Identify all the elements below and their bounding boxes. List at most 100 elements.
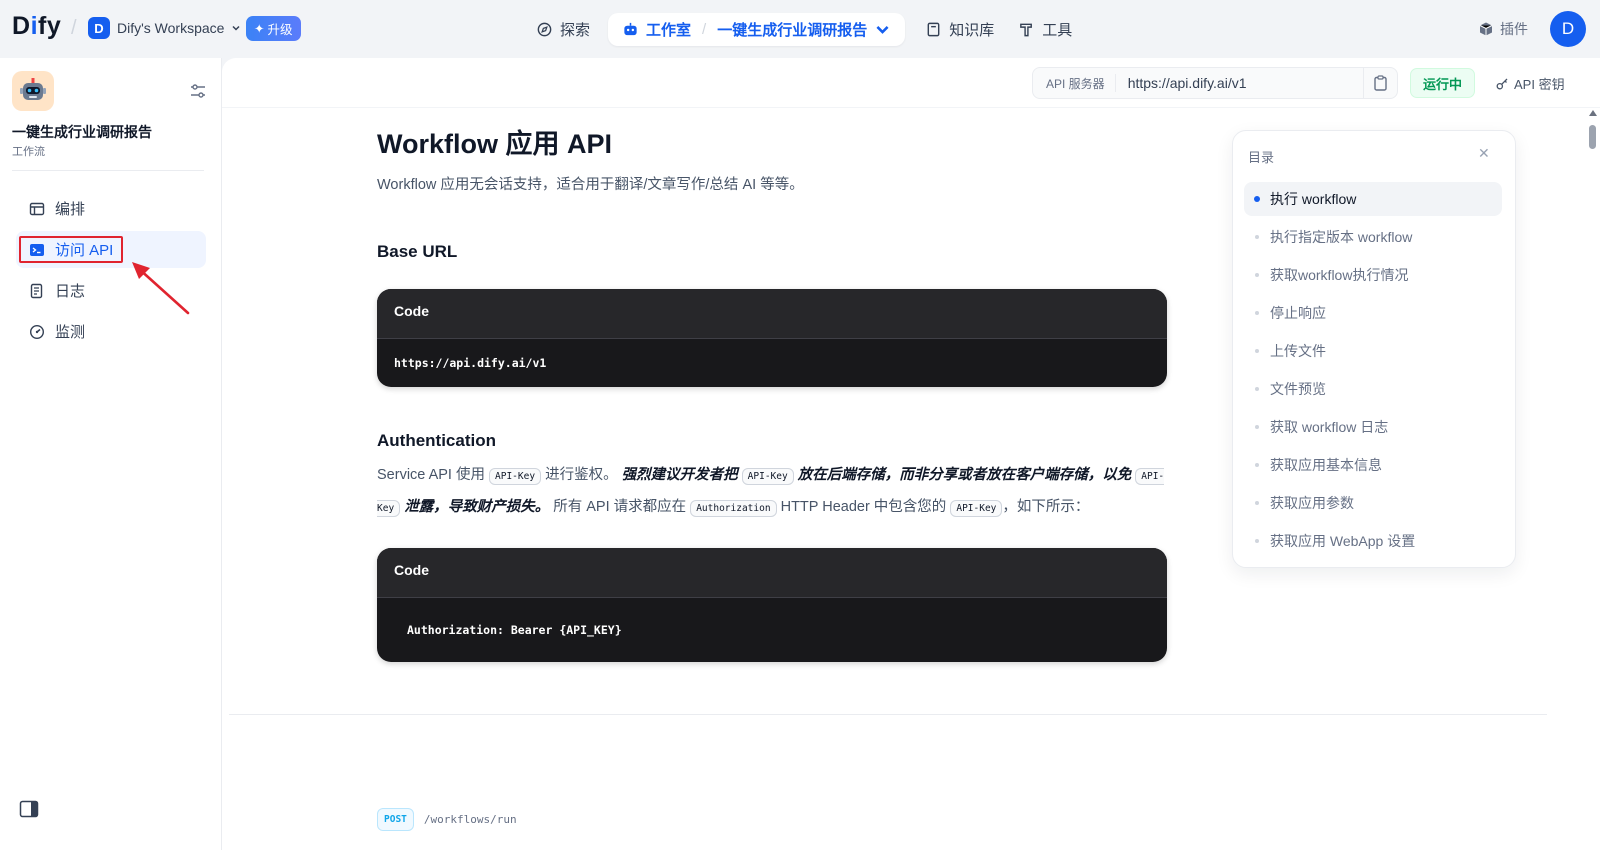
sidebar-item-label: 编排	[55, 201, 86, 218]
plugins-button[interactable]: 插件	[1478, 19, 1528, 39]
api-key-button[interactable]: API 密钥	[1496, 74, 1565, 93]
page-title: Workflow 应用 API	[377, 129, 613, 159]
toc-item[interactable]: 获取应用参数	[1244, 486, 1502, 520]
base-url-code-block: Code https://api.dify.ai/v1	[377, 289, 1167, 387]
sidebar-item-label: 访问 API	[55, 242, 114, 259]
toc-title: 目录	[1248, 150, 1275, 165]
breadcrumb-separator: /	[71, 17, 77, 39]
toc-item[interactable]: 上传文件	[1244, 334, 1502, 368]
toc-item[interactable]: 获取应用 WebApp 设置	[1244, 524, 1502, 558]
auth-text: HTTP Header 中包含您的	[780, 499, 947, 515]
nav-studio[interactable]: 工作室 / 一键生成行业调研报告	[608, 13, 906, 46]
endpoint-row: POST /workflows/run	[377, 808, 517, 831]
main-panel: API 服务器 https://api.dify.ai/v1 运行中 API 密…	[222, 58, 1600, 850]
app-sidebar: 一键生成行业调研报告 工作流 编排 访问 API 日志 监测	[0, 58, 222, 850]
app-type: 工作流	[12, 146, 45, 158]
sidebar-menu: 编排 访问 API 日志 监测	[16, 190, 206, 354]
page-subtitle: Workflow 应用无会话支持，适合用于翻译/文章写作/总结 AI 等等。	[377, 177, 804, 193]
book-icon	[927, 22, 940, 37]
gauge-icon	[29, 324, 45, 339]
sidebar-item-monitoring[interactable]: 监测	[16, 313, 206, 350]
sidebar-collapse-icon[interactable]	[19, 800, 39, 818]
scroll-up-arrow-icon[interactable]	[1589, 110, 1597, 116]
current-app-name[interactable]: 一键生成行业调研报告	[717, 19, 867, 40]
api-bar: API 服务器 https://api.dify.ai/v1 运行中 API 密…	[222, 58, 1600, 108]
inline-code: API-Key	[489, 468, 542, 485]
inline-code: Authorization	[690, 500, 777, 517]
app-icon	[12, 71, 54, 111]
api-server-field: API 服务器 https://api.dify.ai/v1	[1032, 67, 1398, 99]
code-block-title: Code	[377, 289, 1167, 339]
table-of-contents: 目录 ✕ 执行 workflow 执行指定版本 workflow 获取workf…	[1232, 130, 1516, 568]
nav-separator: /	[702, 21, 707, 38]
sparkle-icon: ✦	[254, 22, 265, 36]
hammer-icon	[1020, 23, 1033, 37]
nav-knowledge-label: 知识库	[949, 22, 995, 39]
compass-icon	[537, 22, 552, 37]
toc-item[interactable]: 获取应用基本信息	[1244, 448, 1502, 482]
workspace-avatar: D	[88, 17, 110, 39]
toc-item[interactable]: 执行指定版本 workflow	[1244, 220, 1502, 254]
sidebar-item-label: 监测	[55, 324, 86, 341]
auth-text: 所有 API 请求都应在	[553, 499, 687, 515]
app-name: 一键生成行业调研报告	[12, 124, 152, 140]
api-server-url[interactable]: https://api.dify.ai/v1	[1116, 75, 1363, 91]
sidebar-divider	[12, 170, 204, 171]
dify-logo[interactable]: Dify	[12, 12, 61, 41]
chevron-down-icon	[876, 26, 889, 34]
user-avatar[interactable]: D	[1550, 11, 1586, 47]
scrollbar-thumb[interactable]	[1589, 125, 1596, 149]
authentication-heading: Authentication	[377, 431, 496, 450]
scrollbar[interactable]	[1588, 110, 1598, 850]
toc-list: 执行 workflow 执行指定版本 workflow 获取workflow执行…	[1244, 182, 1502, 562]
nav-tools[interactable]: 工具	[1006, 13, 1084, 46]
toc-item[interactable]: 获取workflow执行情况	[1244, 258, 1502, 292]
toc-item[interactable]: 获取 workflow 日志	[1244, 410, 1502, 444]
code-block-content[interactable]: https://api.dify.ai/v1	[377, 339, 1167, 387]
nav-knowledge[interactable]: 知识库	[913, 13, 1006, 46]
auth-text: ，如下所示：	[1002, 499, 1090, 515]
top-navigation: Dify / D Dify's Workspace ✦ 升级 探索 工作室 / …	[0, 0, 1600, 58]
nav-explore-label: 探索	[560, 22, 591, 39]
upgrade-button[interactable]: ✦ 升级	[246, 16, 301, 41]
code-block-content[interactable]: Authorization: Bearer {API_KEY}	[377, 598, 1167, 662]
method-badge: POST	[377, 808, 414, 831]
api-server-label: API 服务器	[1033, 74, 1116, 92]
sidebar-item-orchestrate[interactable]: 编排	[16, 190, 206, 227]
auth-text: Service API 使用	[377, 467, 485, 483]
nav-explore[interactable]: 探索	[524, 13, 602, 46]
toc-item[interactable]: 停止响应	[1244, 296, 1502, 330]
robot-avatar-icon	[20, 78, 46, 100]
chevron-down-icon	[232, 25, 240, 31]
endpoint-path: /workflows/run	[423, 813, 517, 826]
main-nav: 探索 工作室 / 一键生成行业调研报告 知识库 工具	[524, 13, 1084, 46]
auth-code-block: Code Authorization: Bearer {API_KEY}	[377, 548, 1167, 662]
copy-button[interactable]	[1363, 68, 1397, 98]
workspace-switcher[interactable]: D Dify's Workspace	[88, 17, 241, 39]
cube-icon	[1479, 22, 1493, 36]
sidebar-item-label: 日志	[55, 283, 86, 300]
nav-tools-label: 工具	[1042, 22, 1073, 39]
clipboard-icon	[1374, 75, 1387, 91]
authentication-paragraph: Service API 使用 API-Key 进行鉴权。 强烈建议开发者把 AP…	[377, 460, 1167, 524]
log-icon	[30, 283, 43, 298]
sidebar-item-logs[interactable]: 日志	[16, 272, 206, 309]
workspace-name: Dify's Workspace	[117, 20, 225, 36]
api-key-label: API 密钥	[1514, 77, 1565, 92]
sidebar-item-api-access[interactable]: 访问 API	[16, 231, 206, 268]
auth-text: 进行鉴权。	[545, 467, 618, 483]
toc-item[interactable]: 执行 workflow	[1244, 182, 1502, 216]
api-doc: Workflow 应用 API Workflow 应用无会话支持，适合用于翻译/…	[377, 118, 1167, 662]
robot-icon	[624, 22, 637, 36]
key-icon	[1496, 78, 1508, 90]
base-url-heading: Base URL	[377, 242, 458, 261]
sliders-icon[interactable]	[189, 82, 207, 100]
toc-item[interactable]: 文件预览	[1244, 372, 1502, 406]
terminal-icon	[30, 243, 44, 256]
auth-warning-text: 泄露，导致财产损失。	[404, 499, 550, 515]
status-badge: 运行中	[1410, 68, 1476, 98]
inline-code: API-Key	[741, 468, 794, 485]
auth-warning-text: 强烈建议开发者把	[621, 467, 738, 483]
close-icon[interactable]: ✕	[1478, 145, 1490, 162]
layout-icon	[29, 202, 45, 215]
